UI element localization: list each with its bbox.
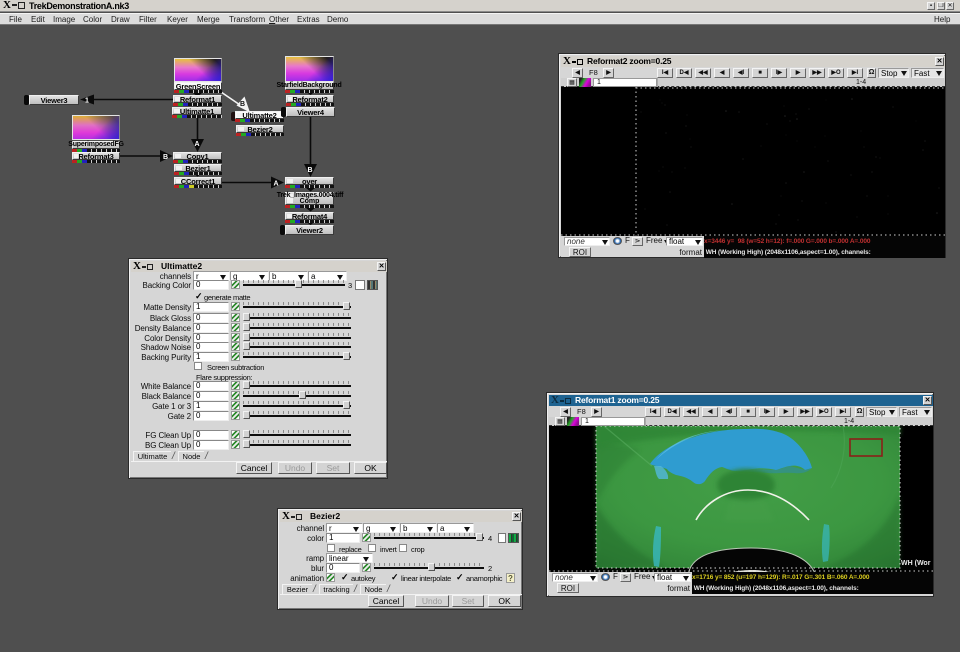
svg-text:A: A	[274, 181, 279, 188]
svg-text:WH (Wor: WH (Wor	[901, 560, 931, 567]
svg-text:A: A	[195, 141, 200, 148]
svg-text:B: B	[240, 101, 245, 108]
svg-text:B: B	[308, 167, 313, 174]
svg-text:1: 1	[85, 98, 89, 105]
svg-text:B: B	[163, 154, 168, 161]
